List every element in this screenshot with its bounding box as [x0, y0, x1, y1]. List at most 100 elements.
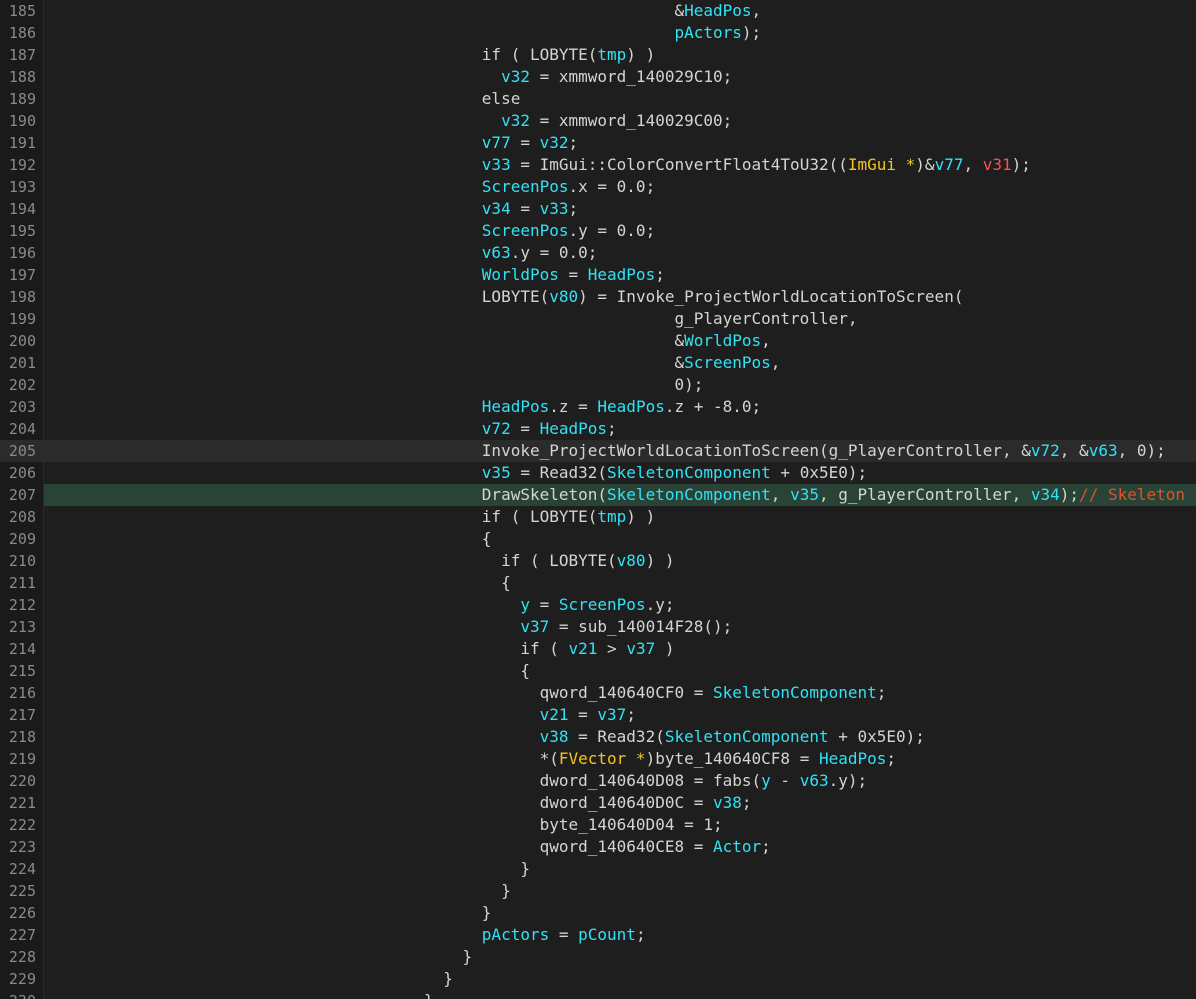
code-text[interactable]: pActors = pCount;: [44, 924, 1196, 946]
code-line[interactable]: 218 v38 = Read32(SkeletonComponent + 0x5…: [0, 726, 1196, 748]
code-line[interactable]: 197 WorldPos = HeadPos;: [0, 264, 1196, 286]
code-text[interactable]: {: [44, 528, 1196, 550]
code-text[interactable]: y = ScreenPos.y;: [44, 594, 1196, 616]
code-line[interactable]: 188 v32 = xmmword_140029C10;: [0, 66, 1196, 88]
code-text[interactable]: v37 = sub_140014F28();: [44, 616, 1196, 638]
code-text[interactable]: ScreenPos.y = 0.0;: [44, 220, 1196, 242]
code-line[interactable]: 198 LOBYTE(v80) = Invoke_ProjectWorldLoc…: [0, 286, 1196, 308]
code-line[interactable]: 195 ScreenPos.y = 0.0;: [0, 220, 1196, 242]
code-text[interactable]: v35 = Read32(SkeletonComponent + 0x5E0);: [44, 462, 1196, 484]
code-text[interactable]: &ScreenPos,: [44, 352, 1196, 374]
code-text[interactable]: Invoke_ProjectWorldLocationToScreen(g_Pl…: [44, 440, 1196, 462]
code-line[interactable]: 187 if ( LOBYTE(tmp) ): [0, 44, 1196, 66]
code-line[interactable]: 221 dword_140640D0C = v38;: [0, 792, 1196, 814]
code-text[interactable]: v77 = v32;: [44, 132, 1196, 154]
code-text[interactable]: 0);: [44, 374, 1196, 396]
code-line[interactable]: 196 v63.y = 0.0;: [0, 242, 1196, 264]
code-identifier: ScreenPos: [481, 177, 569, 196]
code-text[interactable]: }: [44, 858, 1196, 880]
code-text[interactable]: &HeadPos,: [44, 0, 1196, 22]
code-line[interactable]: 206 v35 = Read32(SkeletonComponent + 0x5…: [0, 462, 1196, 484]
code-text[interactable]: qword_140640CE8 = Actor;: [44, 836, 1196, 858]
code-line[interactable]: 205 Invoke_ProjectWorldLocationToScreen(…: [0, 440, 1196, 462]
code-line[interactable]: 207 DrawSkeleton(SkeletonComponent, v35,…: [0, 484, 1196, 506]
code-line[interactable]: 213 v37 = sub_140014F28();: [0, 616, 1196, 638]
code-text[interactable]: v63.y = 0.0;: [44, 242, 1196, 264]
code-text[interactable]: v32 = xmmword_140029C00;: [44, 110, 1196, 132]
code-line[interactable]: 190 v32 = xmmword_140029C00;: [0, 110, 1196, 132]
code-line[interactable]: 193 ScreenPos.x = 0.0;: [0, 176, 1196, 198]
code-line[interactable]: 194 v34 = v33;: [0, 198, 1196, 220]
code-text[interactable]: DrawSkeleton(SkeletonComponent, v35, g_P…: [44, 484, 1196, 506]
code-line[interactable]: 227 pActors = pCount;: [0, 924, 1196, 946]
code-line[interactable]: 215 {: [0, 660, 1196, 682]
code-line[interactable]: 228 }: [0, 946, 1196, 968]
code-line[interactable]: 204 v72 = HeadPos;: [0, 418, 1196, 440]
code-text[interactable]: v38 = Read32(SkeletonComponent + 0x5E0);: [44, 726, 1196, 748]
code-text[interactable]: pActors);: [44, 22, 1196, 44]
code-line[interactable]: 223 qword_140640CE8 = Actor;: [0, 836, 1196, 858]
code-text[interactable]: if ( LOBYTE(tmp) ): [44, 506, 1196, 528]
code-line[interactable]: 220 dword_140640D08 = fabs(y - v63.y);: [0, 770, 1196, 792]
code-text[interactable]: g_PlayerController,: [44, 308, 1196, 330]
code-line[interactable]: 209 {: [0, 528, 1196, 550]
code-line[interactable]: 222 byte_140640D04 = 1;: [0, 814, 1196, 836]
code-text[interactable]: {: [44, 572, 1196, 594]
code-text[interactable]: {: [44, 660, 1196, 682]
code-text[interactable]: }: [44, 990, 1196, 999]
code-text[interactable]: if ( v21 > v37 ): [44, 638, 1196, 660]
code-line[interactable]: 211 {: [0, 572, 1196, 594]
code-line[interactable]: 230}: [0, 990, 1196, 999]
code-text[interactable]: v72 = HeadPos;: [44, 418, 1196, 440]
code-line[interactable]: 185 &HeadPos,: [0, 0, 1196, 22]
code-text[interactable]: ScreenPos.x = 0.0;: [44, 176, 1196, 198]
code-text[interactable]: if ( LOBYTE(tmp) ): [44, 44, 1196, 66]
code-line[interactable]: 201 &ScreenPos,: [0, 352, 1196, 374]
code-text[interactable]: dword_140640D08 = fabs(y - v63.y);: [44, 770, 1196, 792]
code-line[interactable]: 210 if ( LOBYTE(v80) ): [0, 550, 1196, 572]
code-text[interactable]: dword_140640D0C = v38;: [44, 792, 1196, 814]
code-line[interactable]: 219 *(FVector *)byte_140640CF8 = HeadPos…: [0, 748, 1196, 770]
code-text[interactable]: byte_140640D04 = 1;: [44, 814, 1196, 836]
code-line[interactable]: 203 HeadPos.z = HeadPos.z + -8.0;: [0, 396, 1196, 418]
code-text[interactable]: LOBYTE(v80) = Invoke_ProjectWorldLocatio…: [44, 286, 1196, 308]
code-text[interactable]: }: [44, 880, 1196, 902]
code-line[interactable]: 225 }: [0, 880, 1196, 902]
code-text[interactable]: }: [44, 946, 1196, 968]
code-text[interactable]: WorldPos = HeadPos;: [44, 264, 1196, 286]
code-line[interactable]: 229 }: [0, 968, 1196, 990]
code-line[interactable]: 189 else: [0, 88, 1196, 110]
code-text[interactable]: }: [44, 902, 1196, 924]
code-line[interactable]: 214 if ( v21 > v37 ): [0, 638, 1196, 660]
code-line[interactable]: 200 &WorldPos,: [0, 330, 1196, 352]
code-identifier: HeadPos: [818, 749, 887, 768]
code-line[interactable]: 212 y = ScreenPos.y;: [0, 594, 1196, 616]
code-text[interactable]: qword_140640CF0 = SkeletonComponent;: [44, 682, 1196, 704]
code-line[interactable]: 192 v33 = ImGui::ColorConvertFloat4ToU32…: [0, 154, 1196, 176]
code-line[interactable]: 224 }: [0, 858, 1196, 880]
code-text[interactable]: else: [44, 88, 1196, 110]
code-text[interactable]: v21 = v37;: [44, 704, 1196, 726]
code-line[interactable]: 202 0);: [0, 374, 1196, 396]
code-token: *(: [424, 749, 559, 768]
code-line[interactable]: 199 g_PlayerController,: [0, 308, 1196, 330]
code-text[interactable]: if ( LOBYTE(v80) ): [44, 550, 1196, 572]
code-line[interactable]: 217 v21 = v37;: [0, 704, 1196, 726]
code-text[interactable]: v34 = v33;: [44, 198, 1196, 220]
code-line[interactable]: 191 v77 = v32;: [0, 132, 1196, 154]
code-content: y = ScreenPos.y;: [44, 594, 674, 616]
code-text[interactable]: v32 = xmmword_140029C10;: [44, 66, 1196, 88]
code-line[interactable]: 208 if ( LOBYTE(tmp) ): [0, 506, 1196, 528]
code-text[interactable]: v33 = ImGui::ColorConvertFloat4ToU32((Im…: [44, 154, 1196, 176]
code-editor[interactable]: 185 &HeadPos, 186 pActors); 187 if ( LOBYT…: [0, 0, 1196, 999]
code-text[interactable]: *(FVector *)byte_140640CF8 = HeadPos;: [44, 748, 1196, 770]
code-lines[interactable]: 185 &HeadPos, 186 pActors); 187 if ( LOBYT…: [0, 0, 1196, 999]
code-text[interactable]: &WorldPos,: [44, 330, 1196, 352]
code-text[interactable]: HeadPos.z = HeadPos.z + -8.0;: [44, 396, 1196, 418]
code-text[interactable]: }: [44, 968, 1196, 990]
code-line[interactable]: 186 pActors);: [0, 22, 1196, 44]
code-line[interactable]: 216 qword_140640CF0 = SkeletonComponent;: [0, 682, 1196, 704]
code-line[interactable]: 226 }: [0, 902, 1196, 924]
